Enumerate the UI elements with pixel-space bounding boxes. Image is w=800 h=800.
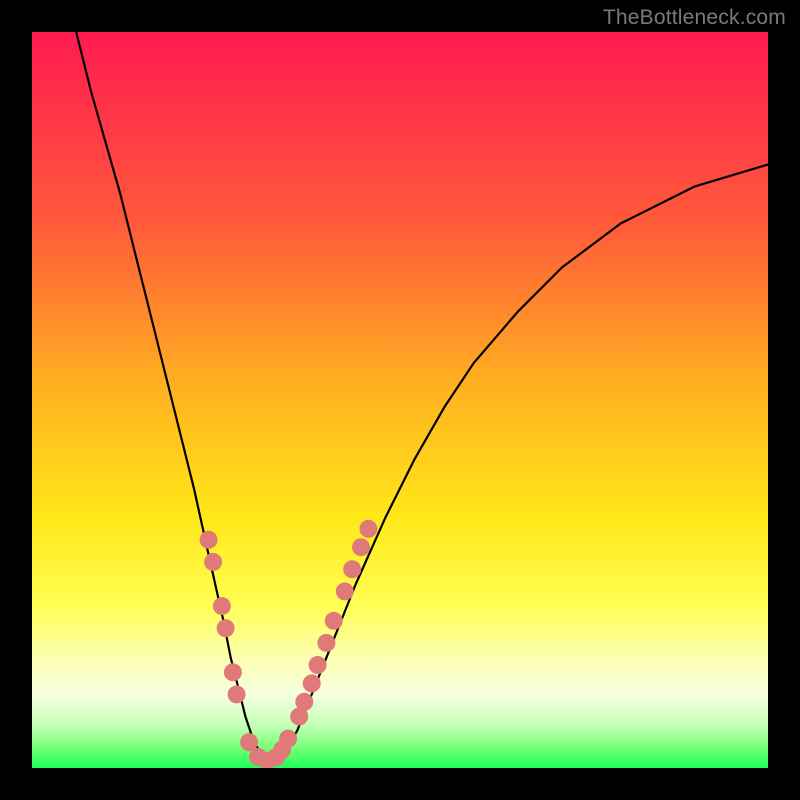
dot [224,663,242,681]
dot [217,619,235,637]
gradient-background [32,32,768,768]
watermark-text: TheBottleneck.com [603,6,786,30]
dot [336,582,354,600]
dot [228,685,246,703]
dot [303,674,321,692]
dot [325,612,343,630]
dot [352,538,370,556]
dot [317,634,335,652]
chart-svg [32,32,768,768]
dot [359,520,377,538]
dot [200,531,218,549]
dot [213,597,231,615]
dot [309,656,327,674]
dot [343,560,361,578]
dot [279,730,297,748]
chart-frame [32,32,768,768]
dot [204,553,222,571]
dot [295,693,313,711]
